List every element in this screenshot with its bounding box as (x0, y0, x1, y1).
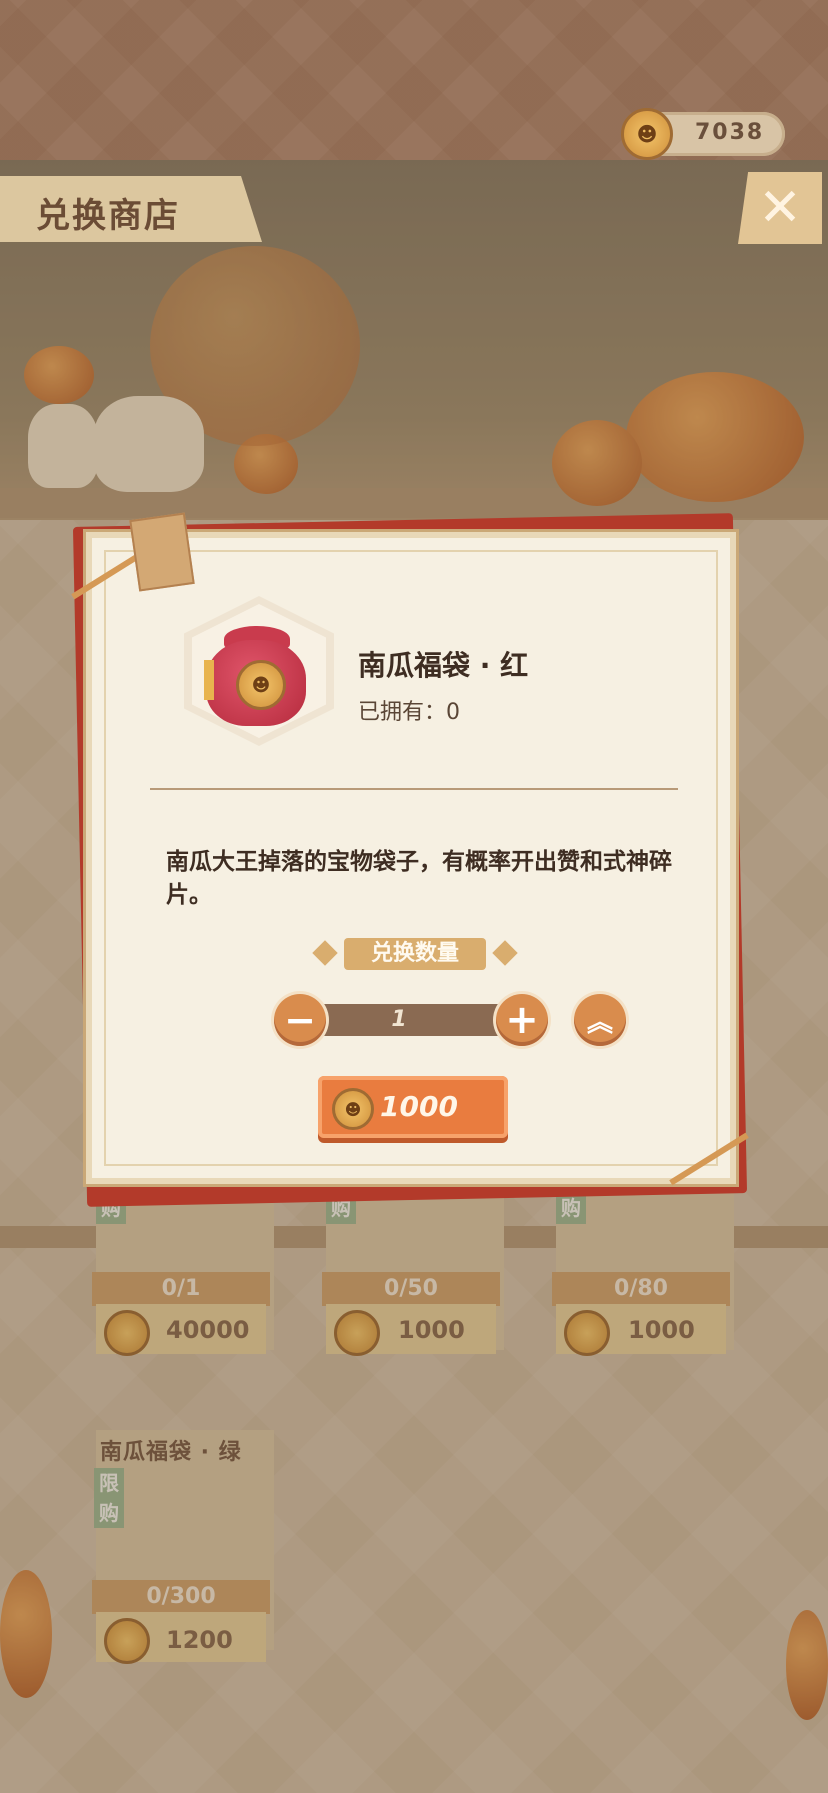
decrease-button[interactable]: − (274, 994, 326, 1046)
pumpkin-coin-icon: ☻ (621, 108, 673, 160)
divider (150, 788, 678, 790)
double-chevron-up-icon: ︽ (586, 1007, 613, 1038)
tassel (204, 660, 214, 700)
quantity-header: 兑换数量 (310, 938, 520, 972)
plus-icon: + (505, 997, 539, 1043)
pumpkin-coin-icon: ☻ (332, 1088, 374, 1130)
item-description: 南瓜大王掉落的宝物袋子，有概率开出赞和式神碎片。 (166, 849, 672, 908)
max-button[interactable]: ︽ (574, 994, 626, 1046)
exchange-price: 1000 (380, 1090, 458, 1123)
item-name: 南瓜福袋 · 红 (358, 649, 529, 682)
currency-display: ☻ 7038 (621, 108, 785, 160)
owned-count: 已拥有：0 (358, 700, 460, 725)
close-icon: ✕ (758, 178, 802, 238)
pumpkin-coin-icon: ☻ (236, 660, 286, 710)
exchange-button[interactable]: ☻ 1000 (318, 1076, 508, 1138)
currency-value: 7038 (695, 120, 765, 145)
wood-tag (129, 512, 195, 592)
diamond-icon (492, 940, 518, 966)
quantity-label: 兑换数量 (344, 938, 486, 970)
shop-title: 兑换商店 (36, 196, 180, 236)
increase-button[interactable]: + (496, 994, 548, 1046)
close-button[interactable]: ✕ (738, 172, 822, 244)
diamond-icon (312, 940, 338, 966)
minus-icon: − (284, 998, 316, 1042)
